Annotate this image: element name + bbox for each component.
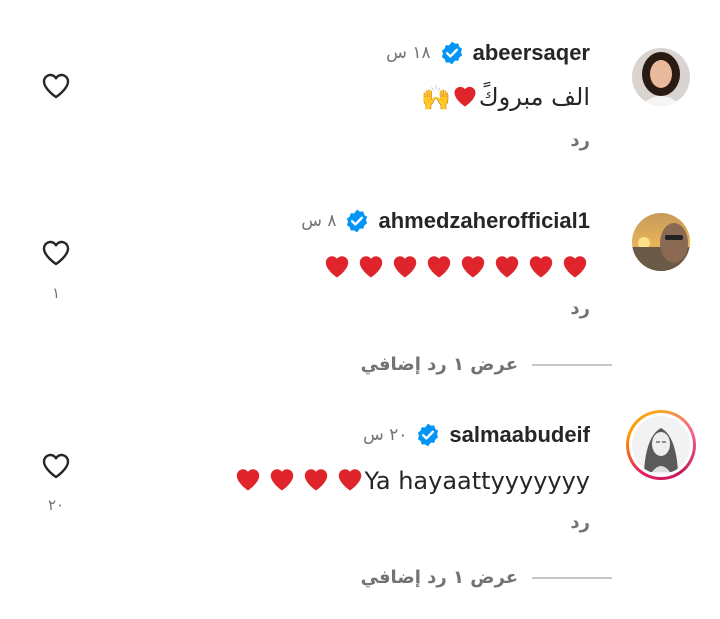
comment-header: ٨ س ahmedzaherofficial1 bbox=[301, 208, 590, 234]
comment-time: ٢٠ س bbox=[362, 425, 408, 445]
comment-text-content: الف مبروكً bbox=[478, 83, 590, 111]
heart-outline-icon bbox=[42, 73, 70, 99]
raising-hands-emoji-icon: 🙌 bbox=[420, 84, 451, 112]
divider-line bbox=[532, 576, 612, 579]
heart-emoji-icon bbox=[560, 251, 590, 285]
heart-emoji-icon bbox=[233, 464, 263, 498]
like-button[interactable] bbox=[40, 70, 72, 100]
heart-emoji-icon bbox=[322, 251, 352, 285]
heart-emoji-icon bbox=[301, 464, 331, 498]
comment-text bbox=[318, 251, 590, 285]
comment-time: ١٨ س bbox=[386, 43, 431, 63]
reply-button[interactable]: رد bbox=[570, 298, 590, 319]
avatar[interactable] bbox=[632, 213, 690, 271]
view-replies-label: عرض ١ رد إضافي bbox=[360, 354, 518, 375]
comment-text: الف مبروكً 🙌 bbox=[421, 82, 590, 114]
comment-header: ٢٠ س salmaabudeif bbox=[363, 422, 590, 448]
heart-emoji-icon bbox=[267, 464, 297, 498]
heart-emoji-icon bbox=[390, 251, 420, 285]
heart-outline-icon bbox=[42, 453, 70, 479]
verified-badge-icon bbox=[415, 422, 441, 448]
like-count: ١ bbox=[51, 284, 61, 302]
comment-username[interactable]: abeersaqer bbox=[473, 40, 590, 66]
like-button[interactable] bbox=[40, 450, 72, 480]
comment-text-content: Ya hayaattyyyyyyy bbox=[364, 467, 590, 495]
divider-line bbox=[532, 363, 612, 366]
heart-emoji-icon bbox=[451, 82, 479, 114]
heart-outline-icon bbox=[42, 240, 70, 266]
verified-badge-icon bbox=[344, 208, 370, 234]
like-count: ٢٠ bbox=[47, 496, 65, 514]
view-replies-label: عرض ١ رد إضافي bbox=[360, 567, 518, 588]
heart-emoji-icon bbox=[335, 464, 365, 498]
verified-badge-icon bbox=[439, 40, 465, 66]
heart-emoji-icon bbox=[492, 251, 522, 285]
avatar[interactable] bbox=[632, 48, 690, 106]
comment-username[interactable]: salmaabudeif bbox=[449, 422, 590, 448]
reply-button[interactable]: رد bbox=[570, 130, 590, 151]
view-replies-button[interactable]: عرض ١ رد إضافي bbox=[361, 567, 612, 588]
comment-time: ٨ س bbox=[301, 211, 337, 231]
view-replies-button[interactable]: عرض ١ رد إضافي bbox=[361, 354, 612, 375]
comment-text: Ya hayaattyyyyyyy bbox=[229, 464, 590, 498]
heart-emoji-icon bbox=[458, 251, 488, 285]
story-ring-avatar[interactable] bbox=[626, 410, 696, 480]
comment-username[interactable]: ahmedzaherofficial1 bbox=[378, 208, 590, 234]
heart-emoji-icon bbox=[526, 251, 556, 285]
heart-emoji-icon bbox=[424, 251, 454, 285]
heart-emoji-icon bbox=[356, 251, 386, 285]
reply-button[interactable]: رد bbox=[570, 512, 590, 533]
like-button[interactable] bbox=[40, 237, 72, 267]
comment-header: ١٨ س abeersaqer bbox=[386, 40, 590, 66]
avatar bbox=[632, 416, 690, 474]
